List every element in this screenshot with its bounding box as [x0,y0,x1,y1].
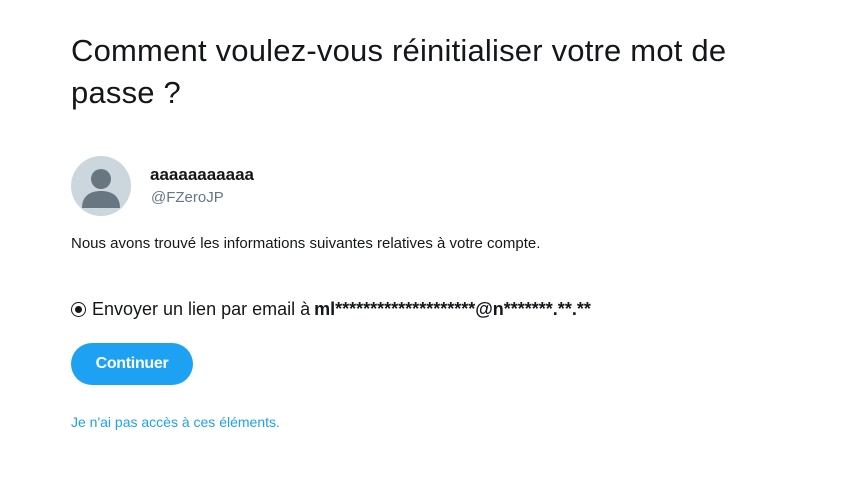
account-display-name: aaaaaaaaaaa [150,165,255,184]
password-reset-page: Comment voulez-vous réinitialiser votre … [0,0,860,496]
email-reset-option[interactable]: Envoyer un lien par email à ml**********… [71,297,591,321]
email-reset-option-label: Envoyer un lien par email à [92,298,311,319]
info-text: Nous avons trouvé les informations suiva… [71,235,541,252]
no-access-link[interactable]: Je n'ai pas accès à ces éléments. [71,414,280,430]
radio-button[interactable] [71,301,86,317]
continue-button[interactable]: Continuer [71,343,193,385]
default-profile-icon [71,156,131,216]
page-title: Comment voulez-vous réinitialiser votre … [71,33,727,110]
radio-selected-dot [75,305,82,313]
account-handle: @FZeroJP [151,189,224,206]
masked-email: ml********************@n*******.**.** [314,298,591,319]
